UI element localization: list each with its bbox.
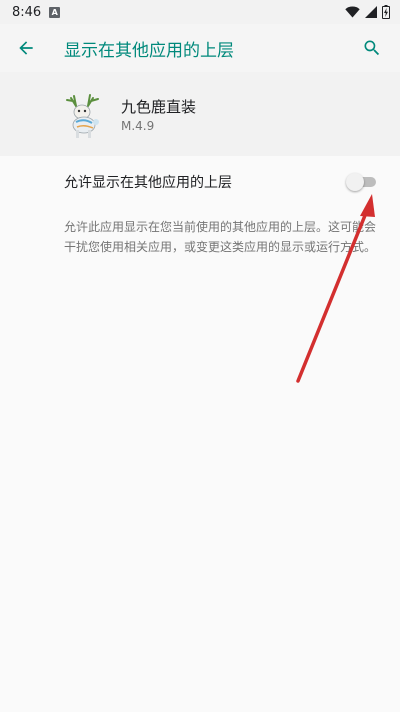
status-bar: 8:46 A: [0, 0, 400, 24]
status-time: 8:46: [12, 4, 42, 20]
toggle-thumb: [346, 173, 364, 191]
status-icons: [345, 5, 390, 19]
app-version: M.4.9: [121, 119, 155, 133]
battery-charging-icon: [382, 5, 390, 19]
search-icon: [364, 40, 380, 56]
page-title: 显示在其他应用的上层: [64, 40, 234, 61]
overlay-permission-row[interactable]: 允许显示在其他应用的上层: [0, 162, 400, 202]
permission-description: 允许此应用显示在您当前使用的其他应用的上层。这可能会干扰您使用相关应用，或变更这…: [64, 220, 377, 254]
wifi-icon: [345, 6, 360, 18]
overlay-permission-toggle[interactable]: [346, 173, 378, 191]
back-button[interactable]: [6, 28, 46, 68]
app-name: 九色鹿直装: [121, 98, 197, 116]
app-bar: 显示在其他应用的上层: [0, 24, 400, 72]
overlay-permission-label: 允许显示在其他应用的上层: [64, 175, 232, 191]
search-button[interactable]: [352, 28, 392, 68]
app-header: 九色鹿直装 M.4.9: [0, 72, 400, 156]
deer-app-icon: [66, 94, 99, 138]
a-letter-icon: A: [49, 6, 61, 18]
signal-icon: [365, 6, 377, 18]
arrow-back-icon: [19, 41, 33, 55]
